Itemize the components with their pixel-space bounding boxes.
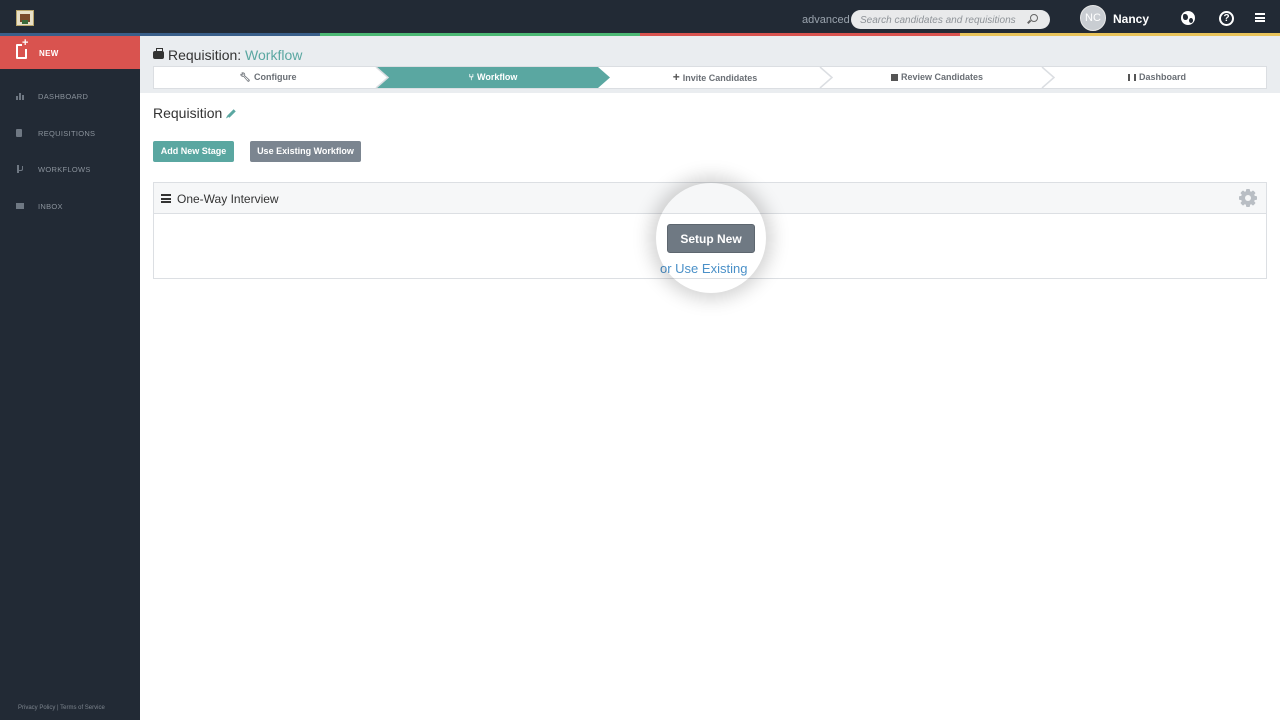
sidebar-item-requisitions[interactable]: REQUISITIONS	[0, 124, 140, 144]
sidebar: NEW DASHBOARD REQUISITIONS WORKFLOWS INB…	[0, 36, 140, 720]
menu-icon[interactable]	[1255, 13, 1265, 22]
search-box[interactable]	[851, 10, 1050, 30]
step-bar: 🔧︎ Configure ⑂ Workflow + Invite Candidates…	[153, 66, 1267, 89]
top-bar: advanced NC Nancy ?	[0, 0, 1280, 36]
requisition-title: Requisition	[153, 105, 237, 121]
globe-icon[interactable]	[1181, 11, 1195, 25]
step-review-candidates[interactable]: Review Candidates	[826, 67, 1048, 88]
stage-panel: One-Way Interview Setup New or Use Exist…	[153, 182, 1267, 279]
page-header: Requisition: Workflow 🔧︎ Configure ⑂ Workf…	[140, 36, 1280, 93]
step-label: Configure	[253, 72, 297, 82]
step-label: Review Candidates	[900, 72, 984, 82]
app-logo[interactable]	[16, 10, 34, 26]
search-icon[interactable]	[1030, 14, 1038, 22]
stage-title: One-Way Interview	[177, 192, 279, 206]
use-existing-workflow-button[interactable]: Use Existing Workflow	[250, 141, 361, 162]
bar-chart-icon	[16, 92, 24, 100]
pencil-icon[interactable]	[227, 109, 237, 118]
page-title-prefix: Requisition:	[168, 47, 242, 63]
requisition-title-text: Requisition	[153, 105, 223, 121]
briefcase-icon	[153, 48, 164, 59]
avatar[interactable]: NC	[1080, 5, 1106, 31]
new-document-icon	[16, 38, 29, 59]
help-icon[interactable]: ?	[1219, 11, 1234, 26]
user-name[interactable]: Nancy	[1113, 12, 1149, 26]
mail-icon	[16, 203, 24, 209]
step-label: Dashboard	[1138, 72, 1186, 82]
step-dashboard[interactable]: Dashboard	[1048, 67, 1266, 88]
sidebar-item-inbox[interactable]: INBOX	[0, 197, 140, 217]
step-workflow[interactable]: ⑂ Workflow	[382, 67, 604, 88]
mode-label[interactable]: advanced	[802, 14, 850, 26]
new-button[interactable]: NEW	[0, 36, 140, 69]
sidebar-item-label: INBOX	[38, 202, 63, 211]
drag-handle-icon[interactable]	[161, 194, 171, 203]
step-invite-candidates[interactable]: + Invite Candidates	[604, 67, 826, 88]
add-new-stage-button[interactable]: Add New Stage	[153, 141, 234, 162]
search-input[interactable]	[851, 11, 1021, 30]
gear-icon[interactable]	[1241, 191, 1255, 205]
step-label: Workflow	[477, 72, 518, 82]
sidebar-item-label: WORKFLOWS	[38, 165, 91, 174]
sidebar-item-label: REQUISITIONS	[38, 129, 96, 138]
step-label: Invite Candidates	[682, 73, 758, 83]
sidebar-item-label: DASHBOARD	[38, 92, 89, 101]
new-label: NEW	[39, 49, 59, 58]
step-configure[interactable]: 🔧︎ Configure	[154, 67, 382, 88]
branch-icon	[16, 165, 24, 173]
plus-icon: +	[672, 70, 680, 84]
page-title: Requisition: Workflow	[153, 47, 302, 63]
sidebar-item-dashboard[interactable]: DASHBOARD	[0, 87, 140, 107]
bar-chart-icon	[1127, 74, 1136, 81]
footer-links[interactable]: Privacy Policy | Terms of Service	[18, 705, 105, 711]
stage-header: One-Way Interview	[154, 183, 1266, 214]
sidebar-item-workflows[interactable]: WORKFLOWS	[0, 160, 140, 180]
setup-new-button[interactable]: Setup New	[667, 224, 755, 253]
branch-icon: ⑂	[468, 72, 475, 82]
document-icon	[16, 129, 22, 137]
wrench-icon: 🔧︎	[239, 72, 251, 82]
use-existing-link[interactable]: or Use Existing	[660, 261, 747, 276]
id-card-icon	[890, 74, 898, 81]
page-title-accent: Workflow	[245, 47, 303, 63]
